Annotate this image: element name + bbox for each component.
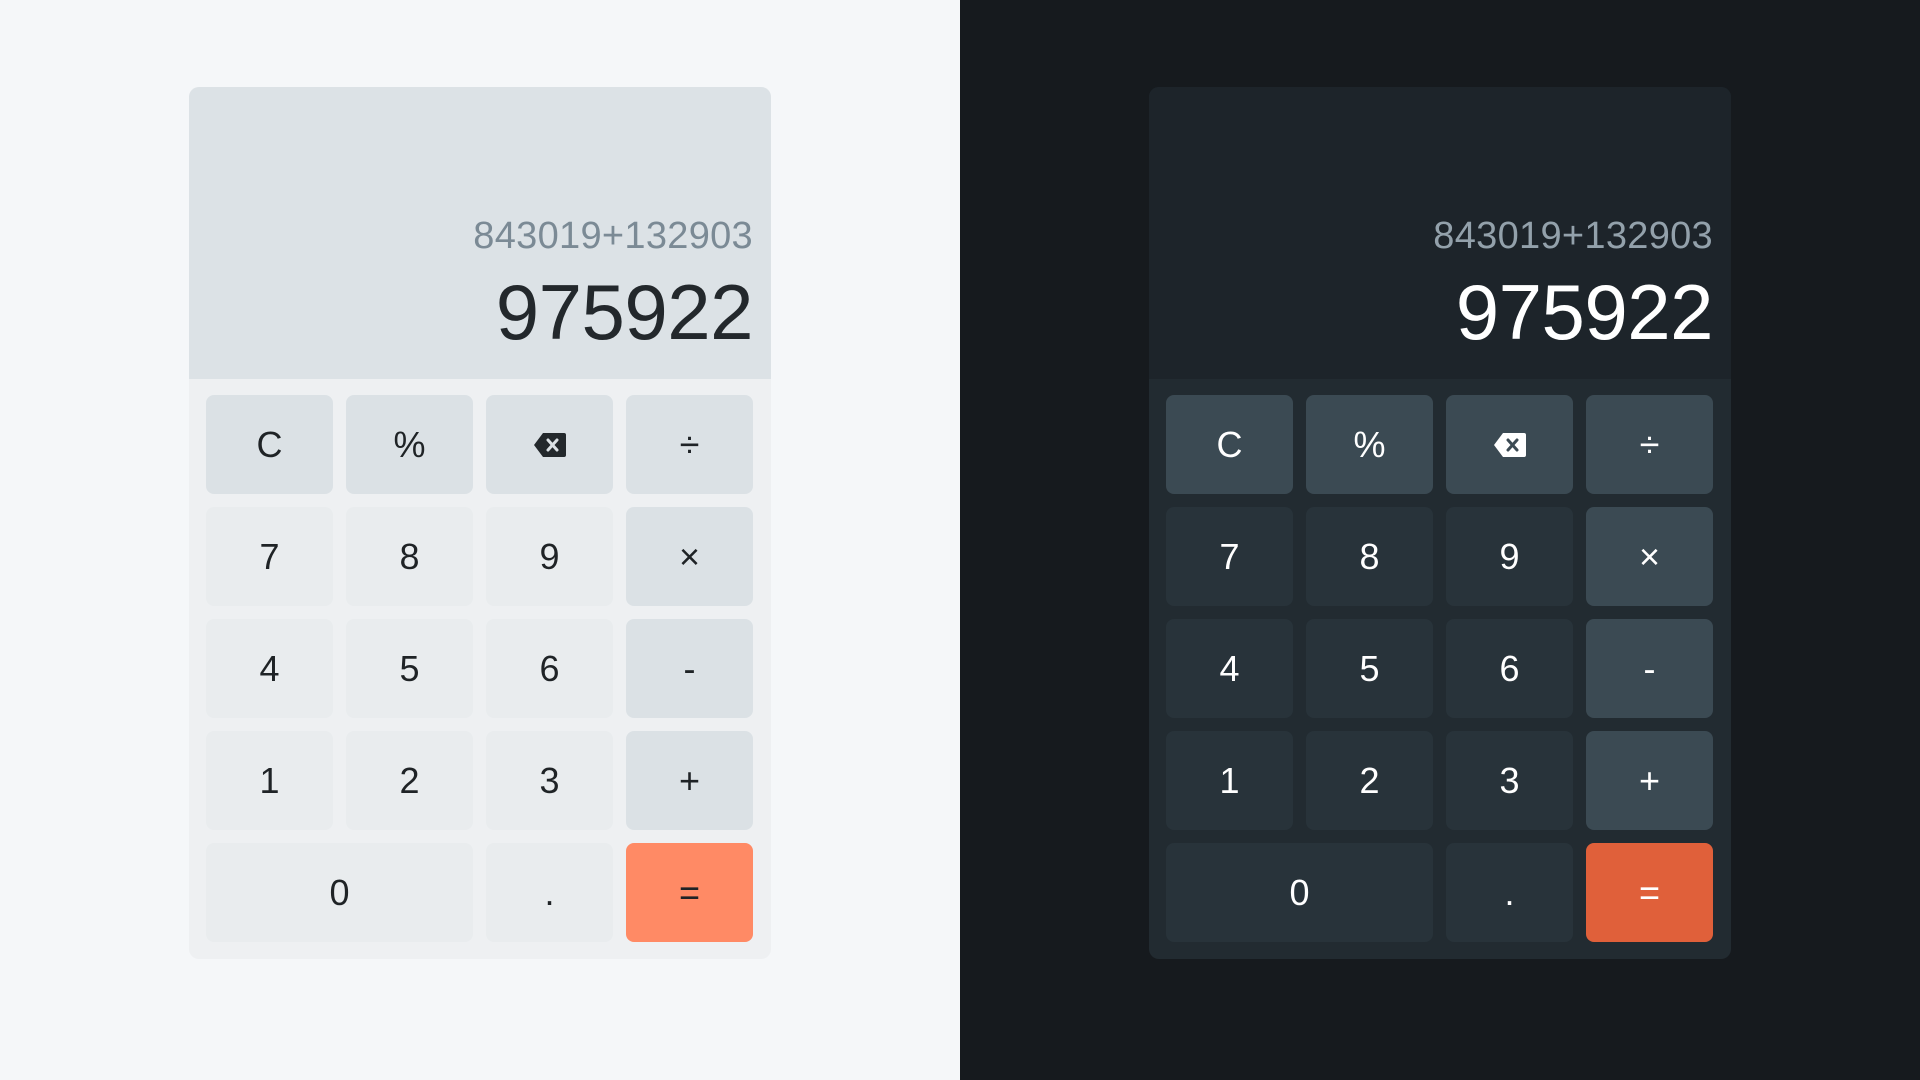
digit-6-button[interactable]: 6 [1446, 619, 1573, 718]
digit-2-button[interactable]: 2 [1306, 731, 1433, 830]
multiply-button[interactable]: × [1586, 507, 1713, 606]
digit-1-button[interactable]: 1 [1166, 731, 1293, 830]
backspace-icon [533, 432, 567, 458]
add-button[interactable]: + [626, 731, 753, 830]
percent-button[interactable]: % [346, 395, 473, 494]
divide-button[interactable]: ÷ [1586, 395, 1713, 494]
keypad: C % ÷ 7 8 9 × 4 5 6 - 1 2 3 + 0 . = [206, 395, 754, 943]
digit-6-button[interactable]: 6 [486, 619, 613, 718]
equals-button[interactable]: = [626, 843, 753, 942]
expression-text: 843019+132903 [1433, 215, 1713, 257]
result-text: 975922 [1455, 268, 1714, 356]
backspace-button[interactable] [1446, 395, 1573, 494]
digit-4-button[interactable]: 4 [1166, 619, 1293, 718]
digit-1-button[interactable]: 1 [206, 731, 333, 830]
digit-8-button[interactable]: 8 [1306, 507, 1433, 606]
subtract-button[interactable]: - [1586, 619, 1713, 718]
decimal-button[interactable]: . [486, 843, 613, 942]
digit-3-button[interactable]: 3 [486, 731, 613, 830]
calculator-light: 843019+132903 975922 C % ÷ 7 8 9 × 4 5 6… [189, 87, 771, 959]
digit-5-button[interactable]: 5 [346, 619, 473, 718]
backspace-button[interactable] [486, 395, 613, 494]
subtract-button[interactable]: - [626, 619, 753, 718]
light-theme-panel: 843019+132903 975922 C % ÷ 7 8 9 × 4 5 6… [0, 0, 960, 1080]
result-text: 975922 [495, 268, 754, 356]
digit-0-button[interactable]: 0 [206, 843, 473, 942]
calculator-dark: 843019+132903 975922 C % ÷ 7 8 9 × 4 5 6… [1149, 87, 1731, 959]
keypad: C % ÷ 7 8 9 × 4 5 6 - 1 2 3 + 0 . = [1166, 395, 1714, 943]
digit-9-button[interactable]: 9 [486, 507, 613, 606]
digit-5-button[interactable]: 5 [1306, 619, 1433, 718]
digit-7-button[interactable]: 7 [206, 507, 333, 606]
digit-2-button[interactable]: 2 [346, 731, 473, 830]
add-button[interactable]: + [1586, 731, 1713, 830]
clear-button[interactable]: C [1166, 395, 1293, 494]
dark-theme-panel: 843019+132903 975922 C % ÷ 7 8 9 × 4 5 6… [960, 0, 1920, 1080]
digit-9-button[interactable]: 9 [1446, 507, 1573, 606]
comparison-stage: 843019+132903 975922 C % ÷ 7 8 9 × 4 5 6… [0, 0, 1920, 1080]
digit-4-button[interactable]: 4 [206, 619, 333, 718]
digit-3-button[interactable]: 3 [1446, 731, 1573, 830]
equals-button[interactable]: = [1586, 843, 1713, 942]
calculator-display: 843019+132903 975922 [189, 87, 771, 379]
clear-button[interactable]: C [206, 395, 333, 494]
percent-button[interactable]: % [1306, 395, 1433, 494]
calculator-display: 843019+132903 975922 [1149, 87, 1731, 379]
decimal-button[interactable]: . [1446, 843, 1573, 942]
digit-7-button[interactable]: 7 [1166, 507, 1293, 606]
backspace-icon [1493, 432, 1527, 458]
divide-button[interactable]: ÷ [626, 395, 753, 494]
digit-8-button[interactable]: 8 [346, 507, 473, 606]
multiply-button[interactable]: × [626, 507, 753, 606]
expression-text: 843019+132903 [473, 215, 753, 257]
digit-0-button[interactable]: 0 [1166, 843, 1433, 942]
